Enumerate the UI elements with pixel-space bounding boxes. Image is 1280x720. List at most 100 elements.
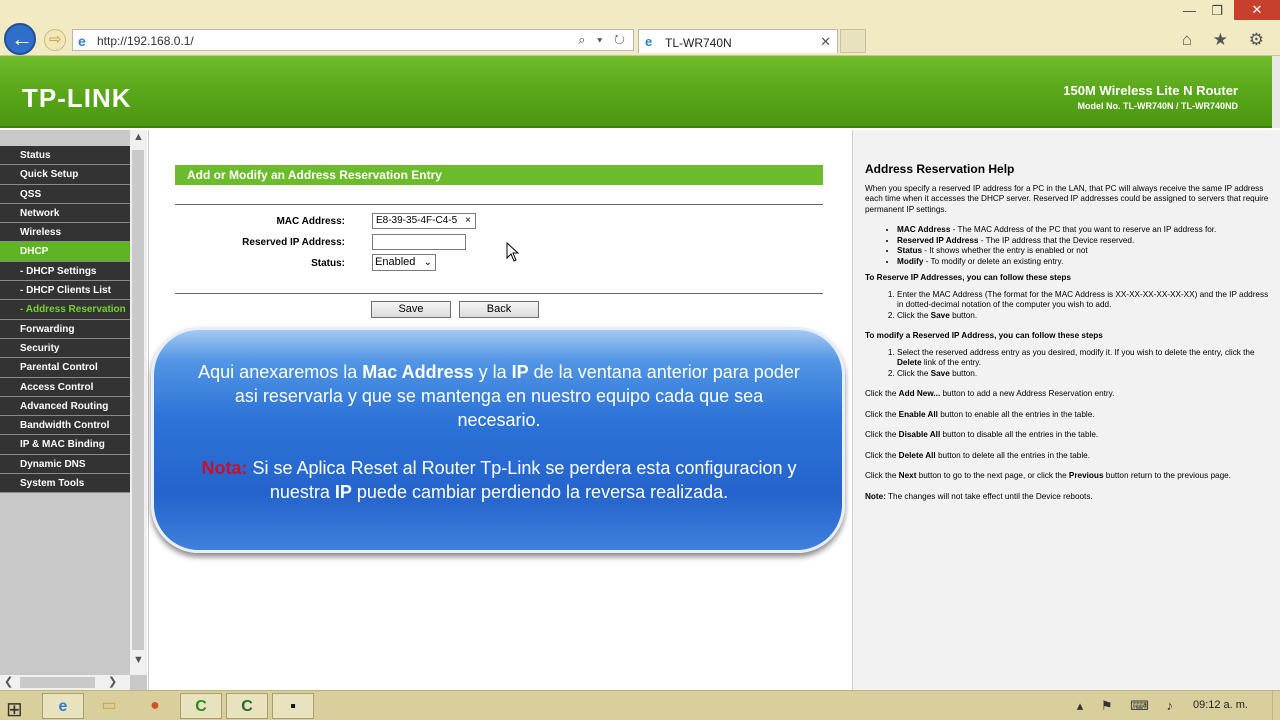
back-button[interactable]: ← [4, 23, 36, 55]
help-text: button to add a new Address Reservation … [940, 389, 1115, 398]
list-item: Enter the MAC Address (The format for th… [897, 290, 1270, 311]
sidebar-item-quick-setup[interactable]: Quick Setup [0, 165, 130, 185]
windows-start-icon[interactable]: ⊞ [6, 697, 23, 720]
callout-text-part: y la [473, 362, 512, 382]
scroll-down-icon[interactable]: ▼ [133, 654, 144, 666]
callout-mac-address: Mac Address [362, 362, 474, 382]
close-window-button[interactable]: ✕ [1234, 0, 1280, 20]
scroll-up-icon[interactable]: ▲ [133, 131, 144, 143]
taskbar-camtasia-recorder-button[interactable]: C [226, 693, 268, 719]
tab-tl-wr740n[interactable]: e TL-WR740N ✕ [638, 29, 838, 53]
sidebar-item-dhcp-settings[interactable]: - DHCP Settings [0, 261, 130, 282]
help-next-previous: Click the Next button to go to the next … [865, 471, 1270, 482]
list-item: Click the Save button. [897, 311, 1270, 322]
clock[interactable]: 09:12 a. m. [1193, 699, 1248, 711]
model-title: 150M Wireless Lite N Router [1063, 83, 1238, 98]
save-button[interactable]: Save [371, 301, 451, 318]
scroll-thumb[interactable] [132, 150, 144, 650]
explorer-icon: ▭ [101, 697, 117, 714]
help-term: Enable All [898, 409, 938, 419]
taskbar-cmd-button[interactable]: ▪ [272, 693, 314, 719]
browser-chrome: ← ⇨ e http://192.168.0.1/ ⌕ ▾ ↻ e TL-WR7… [0, 0, 1280, 56]
mac-address-input[interactable]: E8-39-35-4F-C4-5 × [372, 213, 476, 229]
help-field-list: MAC Address - The MAC Address of the PC … [897, 225, 1270, 267]
sidebar-item-address-reservation[interactable]: - Address Reservation [0, 300, 130, 320]
taskbar-firefox-button[interactable]: ● [134, 693, 176, 719]
help-term: Status [897, 246, 923, 255]
sidebar-item-security[interactable]: Security [0, 338, 130, 359]
sidebar-vertical-scrollbar[interactable]: ▲ ▼ [130, 130, 147, 675]
help-intro: When you specify a reserved IP address f… [865, 183, 1269, 214]
show-desktop-button[interactable] [1272, 691, 1280, 720]
address-bar[interactable]: e http://192.168.0.1/ ⌕ ▾ ↻ [72, 29, 634, 51]
sidebar-item-qss[interactable]: QSS [0, 184, 130, 204]
help-text: Click the [865, 450, 899, 460]
home-favorites-tools-icon[interactable]: ⌂ ★ ⚙ [1182, 30, 1272, 50]
callout-text-part: puede cambiar perdiendo la reversa reali… [351, 482, 729, 502]
scroll-thumb[interactable] [20, 677, 95, 688]
help-content: Address Reservation Help When you specif… [865, 162, 1270, 512]
header-scrollbar[interactable] [1272, 56, 1280, 128]
callout-text-part: Aqui anexaremos la [198, 362, 363, 382]
sidebar-item-ip-mac-binding[interactable]: IP & MAC Binding [0, 435, 130, 455]
callout-paragraph-1: Aqui anexaremos la Mac Address y la IP d… [194, 360, 804, 432]
new-tab-button[interactable] [840, 29, 866, 53]
help-term-text: - To modify or delete an existing entry. [923, 256, 1064, 266]
sidebar-item-dhcp[interactable]: DHCP [0, 242, 130, 262]
help-heading: To modify a Reserved IP Address, you can… [865, 331, 1103, 340]
camtasia-recorder-icon: C [241, 698, 253, 715]
maximize-icon[interactable]: ❐ [1211, 3, 1223, 19]
sidebar-item-dynamic-dns[interactable]: Dynamic DNS [0, 454, 130, 475]
divider [175, 204, 823, 205]
help-title: Address Reservation Help [865, 162, 1015, 176]
sidebar-item-forwarding[interactable]: Forwarding [0, 319, 130, 339]
taskbar-camtasia-button[interactable]: C [180, 693, 222, 719]
help-term: Previous [1068, 471, 1104, 480]
help-text: button to enable all the entries in the … [937, 409, 1095, 419]
status-value: Enabled [375, 256, 416, 268]
forward-button[interactable]: ⇨ [44, 29, 66, 51]
router-header: TP-LINK 150M Wireless Lite N Router Mode… [0, 56, 1280, 128]
list-item: MAC Address - The MAC Address of the PC … [897, 225, 1270, 236]
system-tray-icons[interactable]: ▴ ⚑ ⌨ ♪ [1077, 698, 1180, 714]
address-tools-icon[interactable]: ⌕ ▾ ↻ [578, 32, 629, 48]
help-note: Note: The changes will not take effect u… [865, 492, 1270, 503]
taskbar-explorer-button[interactable]: ▭ [88, 693, 130, 719]
help-text: button. [949, 368, 978, 378]
sidebar-item-network[interactable]: Network [0, 203, 130, 224]
sidebar-item-dhcp-clients-list[interactable]: - DHCP Clients List [0, 281, 130, 301]
help-steps: Select the reserved address entry as you… [897, 348, 1270, 380]
sidebar-item-advanced-routing[interactable]: Advanced Routing [0, 396, 130, 417]
scroll-left-icon[interactable]: ❮ [4, 675, 13, 688]
help-enable-all: Click the Enable All button to enable al… [865, 410, 1270, 421]
scroll-right-icon[interactable]: ❯ [108, 675, 117, 688]
mouse-cursor-icon [506, 242, 520, 262]
back-button[interactable]: Back [459, 301, 539, 318]
firefox-icon: ● [150, 697, 160, 714]
sidebar: Status Quick Setup QSS Network Wireless … [0, 130, 147, 690]
status-label: Status: [311, 258, 345, 269]
tab-close-icon[interactable]: ✕ [820, 34, 831, 50]
sidebar-item-status[interactable]: Status [0, 146, 130, 166]
help-text: Click the [865, 389, 899, 398]
sidebar-item-wireless[interactable]: Wireless [0, 223, 130, 243]
help-text: Select the reserved address entry as you… [897, 347, 1255, 357]
list-item: Status - It shows whether the entry is e… [897, 246, 1270, 257]
tutorial-callout: Aqui anexaremos la Mac Address y la IP d… [151, 327, 845, 553]
chevron-down-icon: ⌄ [423, 257, 432, 268]
help-panel: Address Reservation Help When you specif… [852, 130, 1280, 690]
sidebar-horizontal-scrollbar[interactable]: ❮ ❯ [0, 675, 130, 690]
sidebar-item-bandwidth-control[interactable]: Bandwidth Control [0, 416, 130, 436]
url-text[interactable]: http://192.168.0.1/ [97, 34, 194, 48]
clear-icon[interactable]: × [465, 214, 471, 228]
sidebar-item-system-tools[interactable]: System Tools [0, 474, 130, 494]
sidebar-item-parental-control[interactable]: Parental Control [0, 358, 130, 378]
status-select[interactable]: Enabled ⌄ [372, 254, 436, 271]
minimize-icon[interactable]: — [1183, 3, 1196, 18]
sidebar-item-access-control[interactable]: Access Control [0, 377, 130, 397]
reserved-ip-input[interactable] [372, 234, 466, 250]
help-term: Disable All [898, 430, 941, 439]
ie-icon: e [645, 34, 653, 49]
taskbar-ie-button[interactable]: e [42, 693, 84, 719]
